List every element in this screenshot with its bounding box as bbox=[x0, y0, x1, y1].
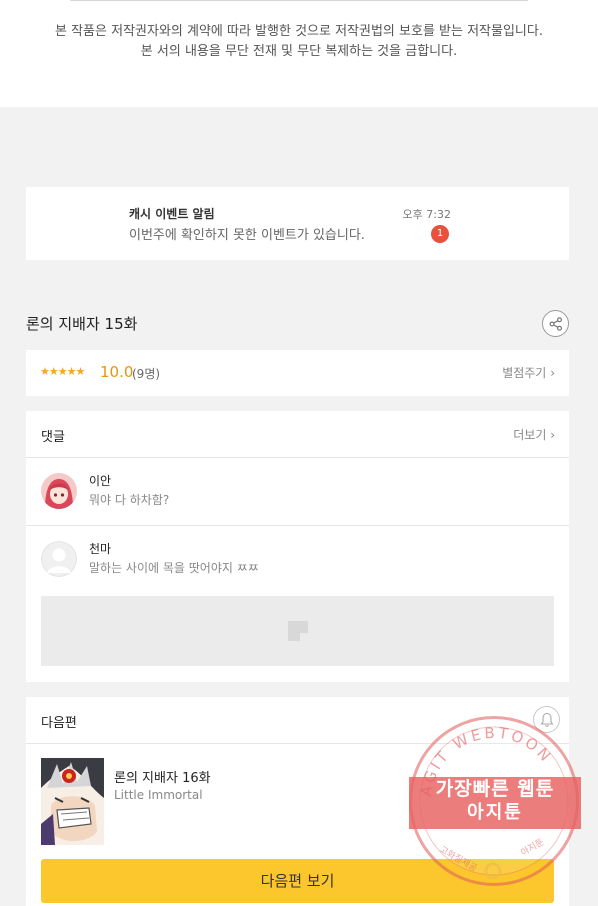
watermark-stamp: AGIT WEBTOON 고화질제공 아지툰 가장빠른 웹툰 아지툰 bbox=[409, 716, 581, 886]
next-episode-title: 다음편 bbox=[41, 716, 77, 731]
comment-item: 이안 뭐야 다 하차함? bbox=[26, 458, 569, 526]
rate-button-label: 별점주기 bbox=[502, 366, 547, 380]
chevron-right-icon: › bbox=[550, 428, 555, 442]
image-placeholder-icon bbox=[288, 621, 308, 641]
ad-placeholder[interactable] bbox=[41, 596, 554, 666]
event-title: 캐시 이벤트 알림 bbox=[129, 207, 215, 221]
avatar bbox=[41, 541, 77, 577]
notice-line-2: 본 서의 내용을 무단 전재 및 무단 복제하는 것을 금합니다. bbox=[140, 44, 458, 59]
episode-title: 론의 지배자 15화 bbox=[26, 315, 138, 333]
comments-section: 댓글 더보기 › 이안 뭐야 다 하차함? 천마 말하는 사이에 목을 땃어야지… bbox=[26, 411, 569, 682]
next-episode-name: 론의 지배자 16화 bbox=[114, 771, 211, 786]
comments-more-link[interactable]: 더보기 › bbox=[513, 426, 555, 443]
notice-line-1: 본 작품은 저작권자와의 계약에 따라 발행한 것으로 저작권법의 보호를 받는… bbox=[55, 24, 543, 39]
unread-badge: 1 bbox=[431, 225, 449, 243]
comment-item: 천마 말하는 사이에 목을 땃어야지 ㅉㅉ bbox=[26, 526, 569, 594]
avatar bbox=[41, 473, 77, 509]
share-icon bbox=[549, 317, 563, 331]
rating-count: (9명) bbox=[132, 367, 161, 381]
comment-text: 뭐야 다 하차함? bbox=[89, 493, 170, 507]
copyright-notice-section: 본 작품은 저작권자와의 계약에 따라 발행한 것으로 저작권법의 보호를 받는… bbox=[0, 0, 598, 107]
event-time: 오후 7:32 bbox=[402, 208, 451, 221]
chevron-right-icon: › bbox=[550, 366, 555, 380]
watermark-line-2: 아지툰 bbox=[467, 802, 523, 823]
more-label: 더보기 bbox=[513, 428, 547, 442]
cash-event-notification[interactable]: 캐시 이벤트 알림 이번주에 확인하지 못한 이벤트가 있습니다. 오후 7:3… bbox=[26, 187, 569, 260]
comments-title: 댓글 bbox=[41, 430, 65, 445]
comment-text: 말하는 사이에 목을 땃어야지 ㅉㅉ bbox=[89, 561, 259, 575]
comment-author: 천마 bbox=[89, 542, 112, 556]
share-button[interactable] bbox=[542, 310, 569, 337]
rating-bar: ★★★★★ 10.0 (9명) 별점주기 › bbox=[26, 350, 569, 396]
rating-score: 10.0 bbox=[100, 363, 134, 381]
divider bbox=[70, 0, 528, 1]
comments-header: 댓글 더보기 › bbox=[26, 411, 569, 458]
watermark-band: 가장빠른 웹툰 아지툰 bbox=[409, 777, 581, 829]
rate-button[interactable]: 별점주기 › bbox=[502, 364, 555, 381]
event-message: 이번주에 확인하지 못한 이벤트가 있습니다. bbox=[129, 228, 365, 243]
watermark-line-1: 가장빠른 웹툰 bbox=[435, 778, 555, 800]
copyright-notice: 본 작품은 저작권자와의 계약에 따라 발행한 것으로 저작권법의 보호를 받는… bbox=[0, 22, 598, 62]
comment-author: 이안 bbox=[89, 474, 112, 488]
next-episode-thumbnail[interactable] bbox=[41, 758, 104, 845]
next-episode-subtitle: Little Immortal bbox=[114, 788, 203, 802]
rating-stars: ★★★★★ bbox=[40, 365, 85, 378]
